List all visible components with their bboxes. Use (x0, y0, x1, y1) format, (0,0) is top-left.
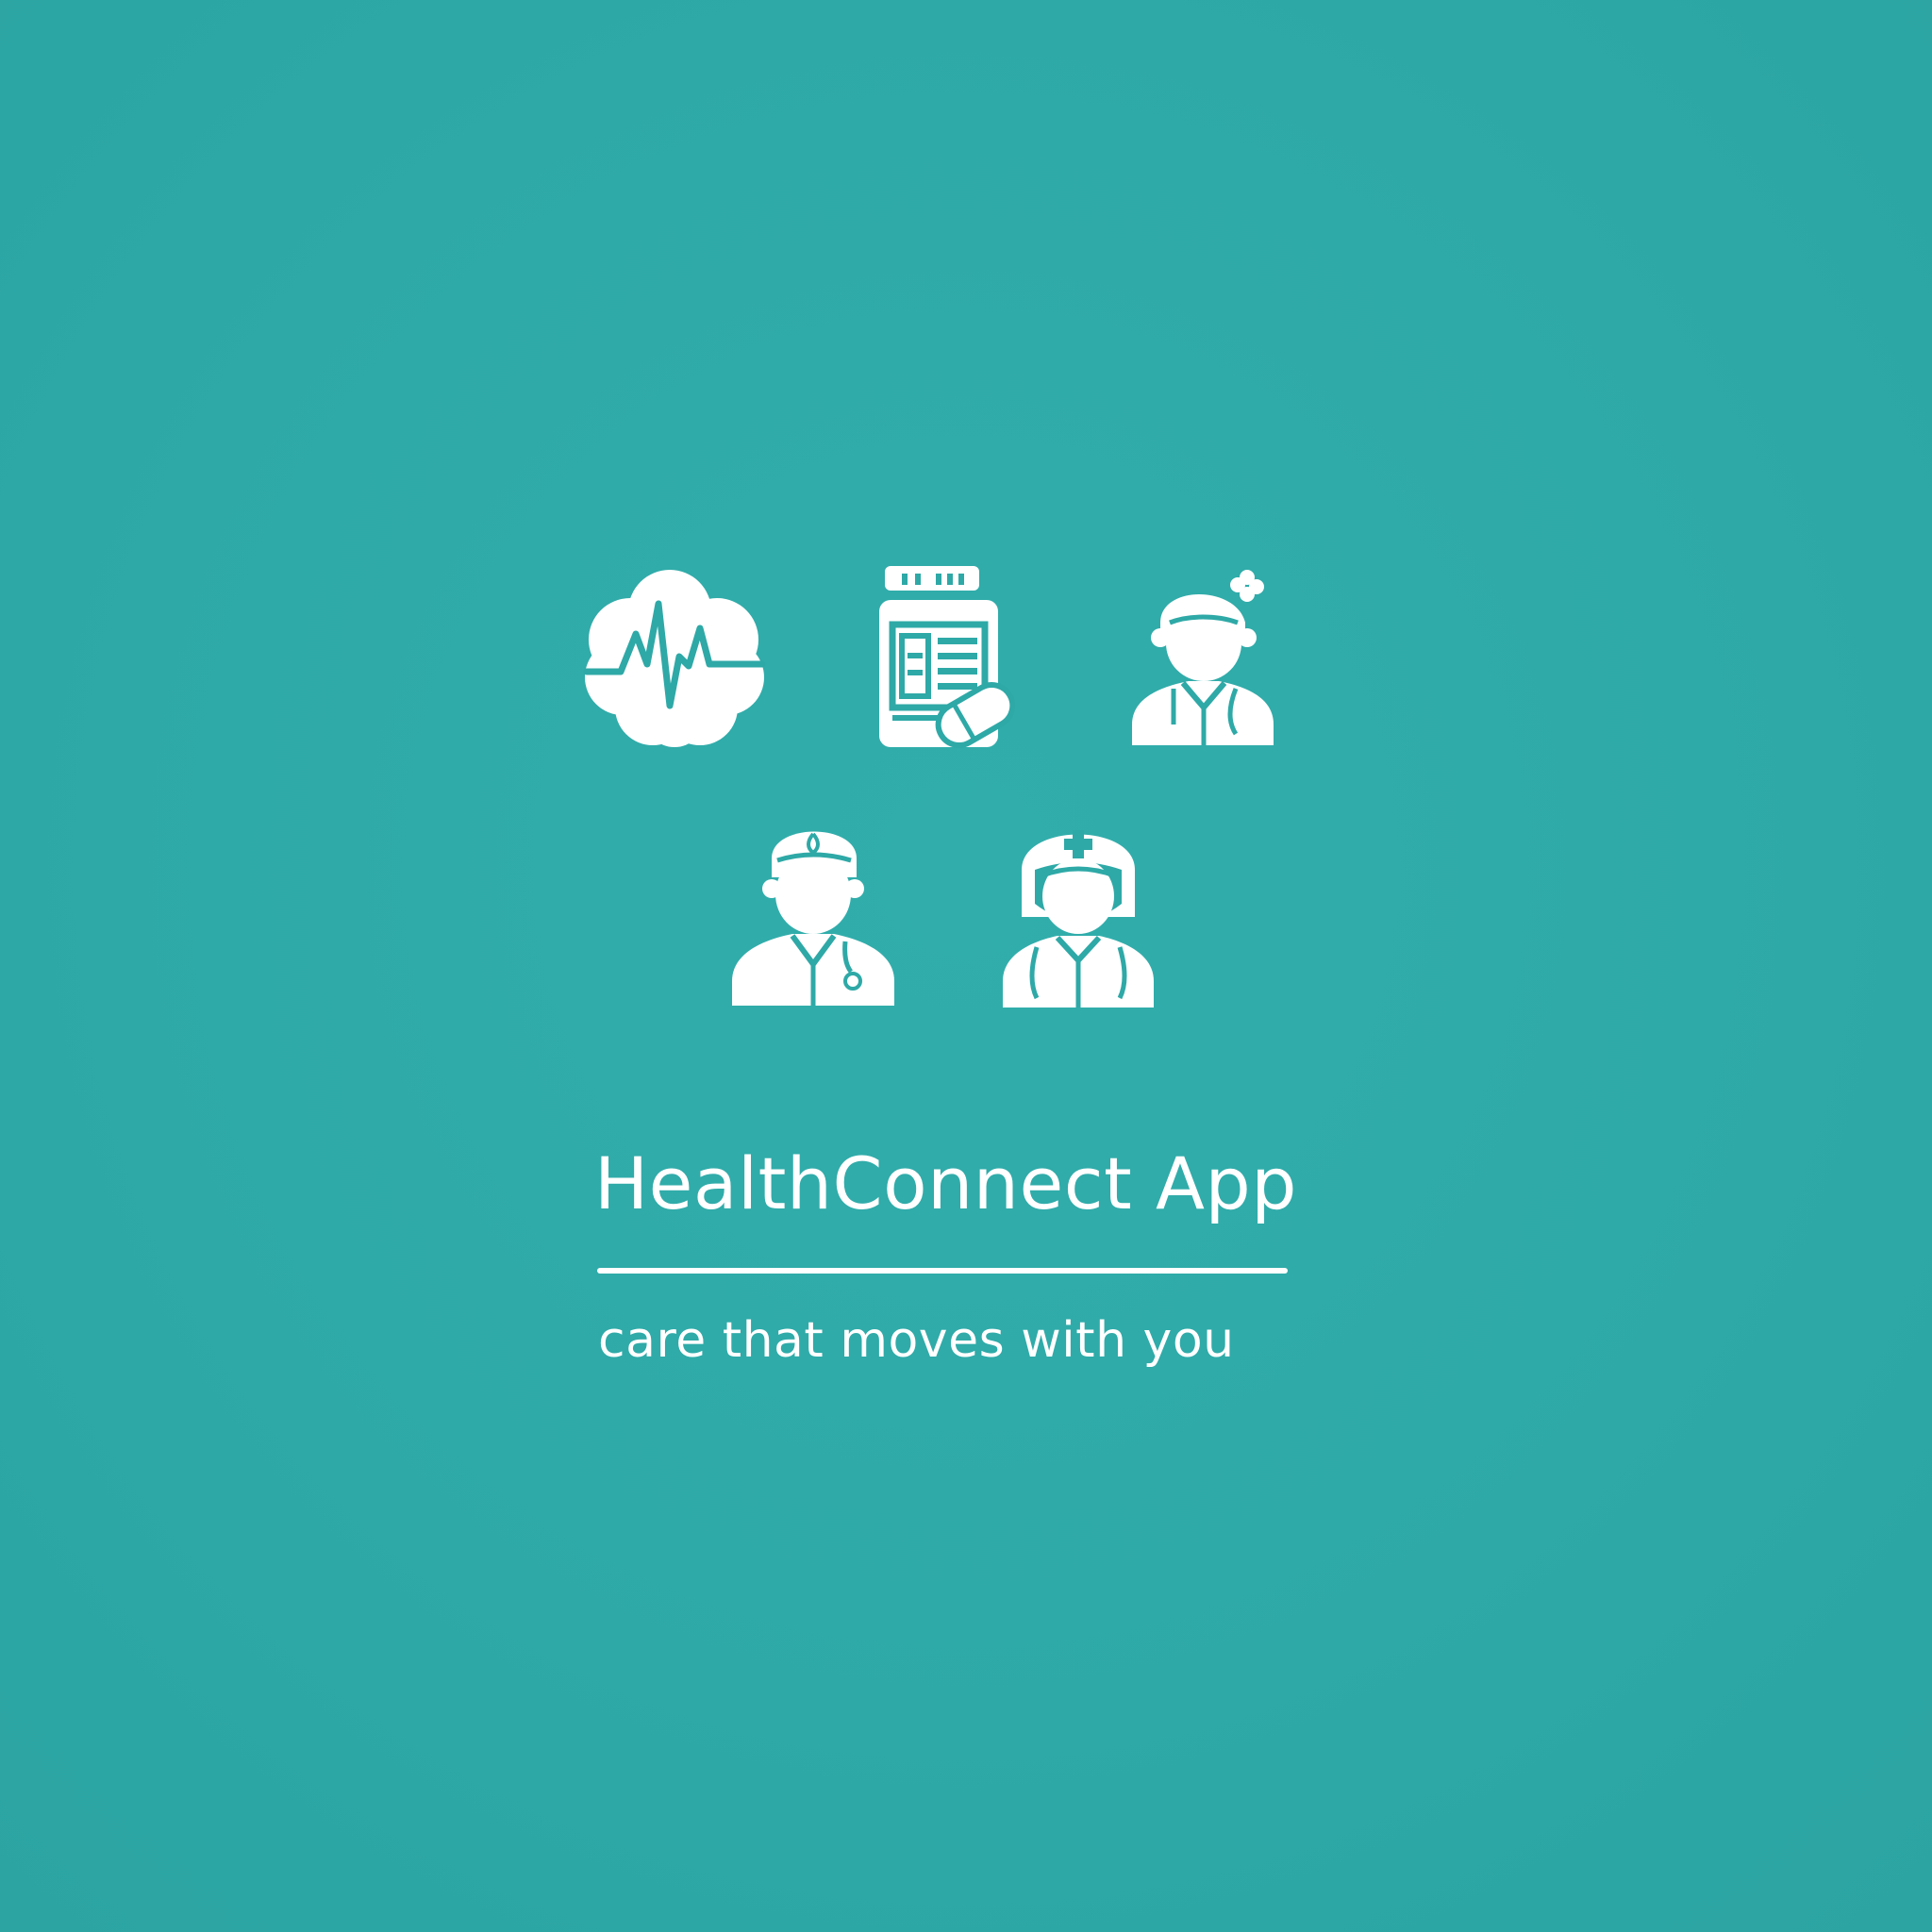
heartbeat-cloud-icon (583, 566, 766, 755)
app-tagline: care that moves with you (598, 1312, 1235, 1369)
app-title: HealthConnect App (594, 1141, 1297, 1225)
mobile-health-record-icon (877, 566, 1019, 750)
title-divider (597, 1268, 1288, 1274)
doctor-icon (732, 821, 894, 1009)
splash-screen: HealthConnect App care that moves with y… (0, 0, 1932, 1932)
nurse-icon (1003, 813, 1154, 1009)
patient-icon (1132, 566, 1278, 750)
